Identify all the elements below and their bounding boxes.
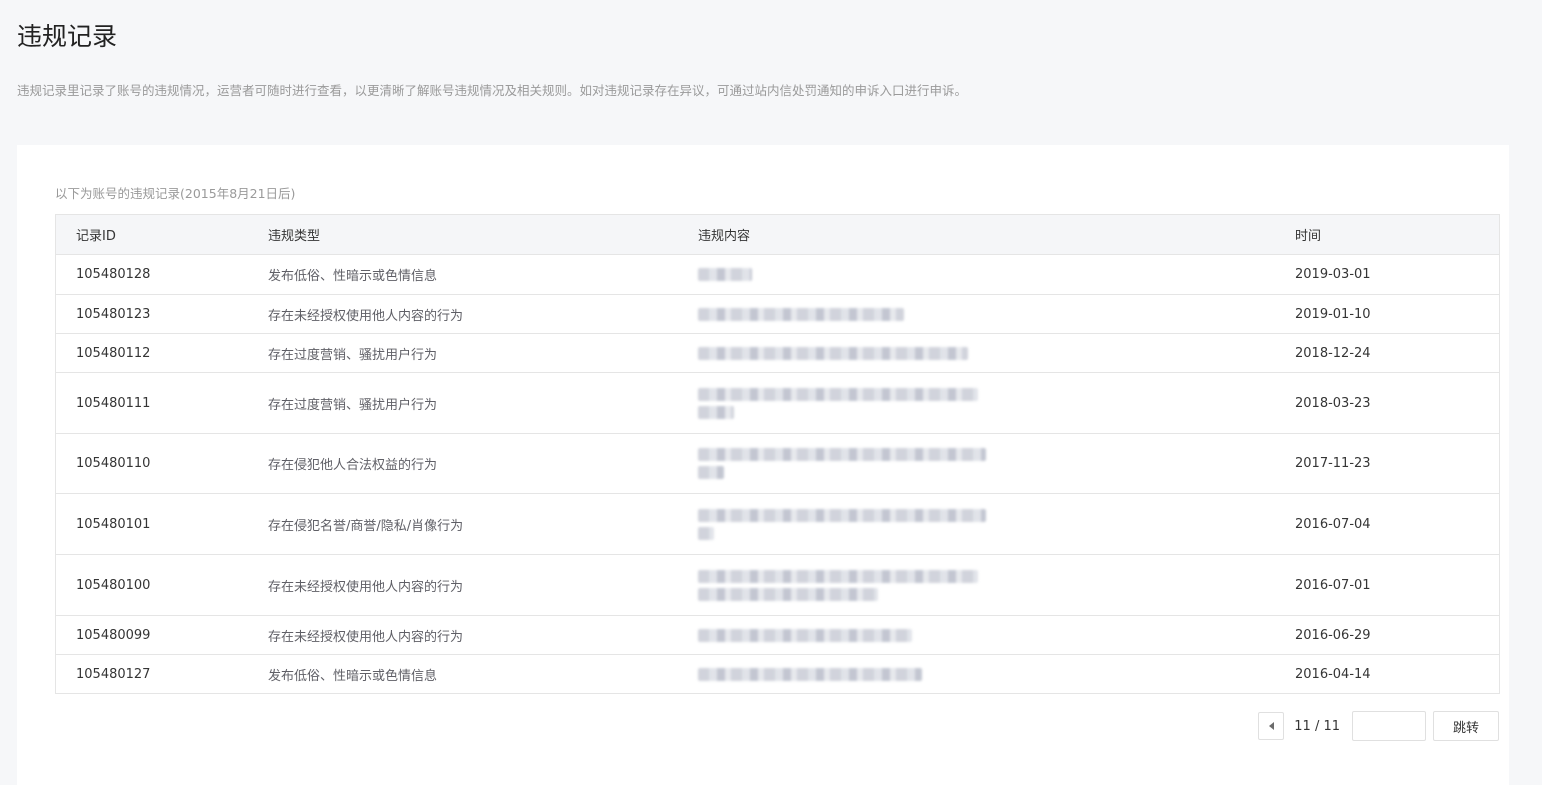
violation-type: 存在过度营销、骚扰用户行为 [268, 347, 438, 363]
records-panel: 以下为账号的违规记录(2015年8月21日后) 记录ID 违规类型 违规内容 时… [17, 145, 1509, 785]
violation-type: 存在侵犯名誉/商誉/隐私/肖像行为 [268, 518, 464, 534]
violation-content-redacted [678, 387, 1276, 419]
table-header-row: 记录ID 违规类型 违规内容 时间 [56, 215, 1499, 254]
column-header-type: 违规类型 [268, 229, 321, 244]
violation-type: 存在未经授权使用他人内容的行为 [268, 579, 464, 595]
violation-content-redacted [678, 268, 1276, 281]
violation-content-redacted [678, 346, 1276, 360]
record-id: 105480110 [76, 456, 151, 471]
page-indicator: 11 / 11 [1294, 718, 1340, 734]
violation-content-redacted [678, 569, 1276, 601]
page-title: 违规记录 [17, 22, 118, 51]
record-id: 105480123 [76, 306, 151, 322]
record-time: 2019-03-01 [1295, 267, 1371, 282]
violation-content-redacted [678, 508, 1276, 540]
violation-content-redacted [678, 628, 1276, 642]
record-id: 105480111 [76, 395, 151, 411]
violation-type: 存在未经授权使用他人内容的行为 [268, 308, 464, 324]
records-table: 记录ID 违规类型 违规内容 时间 105480128 发布低俗、性暗示或色情信… [55, 214, 1500, 694]
violation-content-redacted [678, 448, 1276, 479]
record-time: 2016-07-04 [1295, 516, 1371, 532]
column-header-id: 记录ID [76, 229, 116, 244]
page-jump-input[interactable] [1352, 711, 1426, 741]
table-row: 105480110 存在侵犯他人合法权益的行为 2017-11-23 [56, 433, 1499, 493]
table-caption: 以下为账号的违规记录(2015年8月21日后) [55, 186, 296, 201]
prev-page-button[interactable] [1258, 712, 1285, 740]
record-time: 2016-04-14 [1295, 666, 1371, 682]
record-time: 2019-01-10 [1295, 306, 1371, 322]
table-row: 105480127 发布低俗、性暗示或色情信息 2016-04-14 [56, 654, 1499, 693]
violation-content-redacted [678, 307, 1276, 321]
violation-type: 存在过度营销、骚扰用户行为 [268, 397, 438, 413]
table-row: 105480099 存在未经授权使用他人内容的行为 2016-06-29 [56, 615, 1499, 654]
record-id: 105480101 [76, 516, 151, 532]
table-row: 105480123 存在未经授权使用他人内容的行为 2019-01-10 [56, 294, 1499, 333]
violation-type: 发布低俗、性暗示或色情信息 [268, 269, 438, 284]
table-row: 105480111 存在过度营销、骚扰用户行为 2018-03-23 [56, 372, 1499, 433]
record-id: 105480099 [76, 627, 151, 643]
record-time: 2017-11-23 [1295, 456, 1371, 471]
violation-content-redacted [678, 667, 1276, 681]
violation-type: 存在侵犯他人合法权益的行为 [268, 458, 438, 473]
violation-type: 发布低俗、性暗示或色情信息 [268, 668, 438, 684]
caret-left-icon [1268, 722, 1274, 730]
page-description: 违规记录里记录了账号的违规情况，运营者可随时进行查看，以更清晰了解账号违规情况及… [17, 83, 968, 98]
table-row: 105480101 存在侵犯名誉/商誉/隐私/肖像行为 2016-07-04 [56, 493, 1499, 554]
record-time: 2016-07-01 [1295, 577, 1371, 593]
violation-type: 存在未经授权使用他人内容的行为 [268, 629, 464, 645]
jump-button[interactable]: 跳转 [1433, 711, 1499, 741]
record-id: 105480100 [76, 577, 151, 593]
pagination: 11 / 11 跳转 [1258, 711, 1499, 741]
record-time: 2016-06-29 [1295, 627, 1371, 643]
column-header-time: 时间 [1295, 229, 1322, 244]
table-row: 105480112 存在过度营销、骚扰用户行为 2018-12-24 [56, 333, 1499, 372]
record-time: 2018-12-24 [1295, 345, 1371, 361]
record-id: 105480112 [76, 345, 151, 361]
record-id: 105480128 [76, 267, 151, 282]
record-id: 105480127 [76, 666, 151, 682]
table-row: 105480100 存在未经授权使用他人内容的行为 2016-07-01 [56, 554, 1499, 615]
record-time: 2018-03-23 [1295, 395, 1371, 411]
column-header-content: 违规内容 [698, 229, 751, 244]
table-row: 105480128 发布低俗、性暗示或色情信息 2019-03-01 [56, 254, 1499, 294]
